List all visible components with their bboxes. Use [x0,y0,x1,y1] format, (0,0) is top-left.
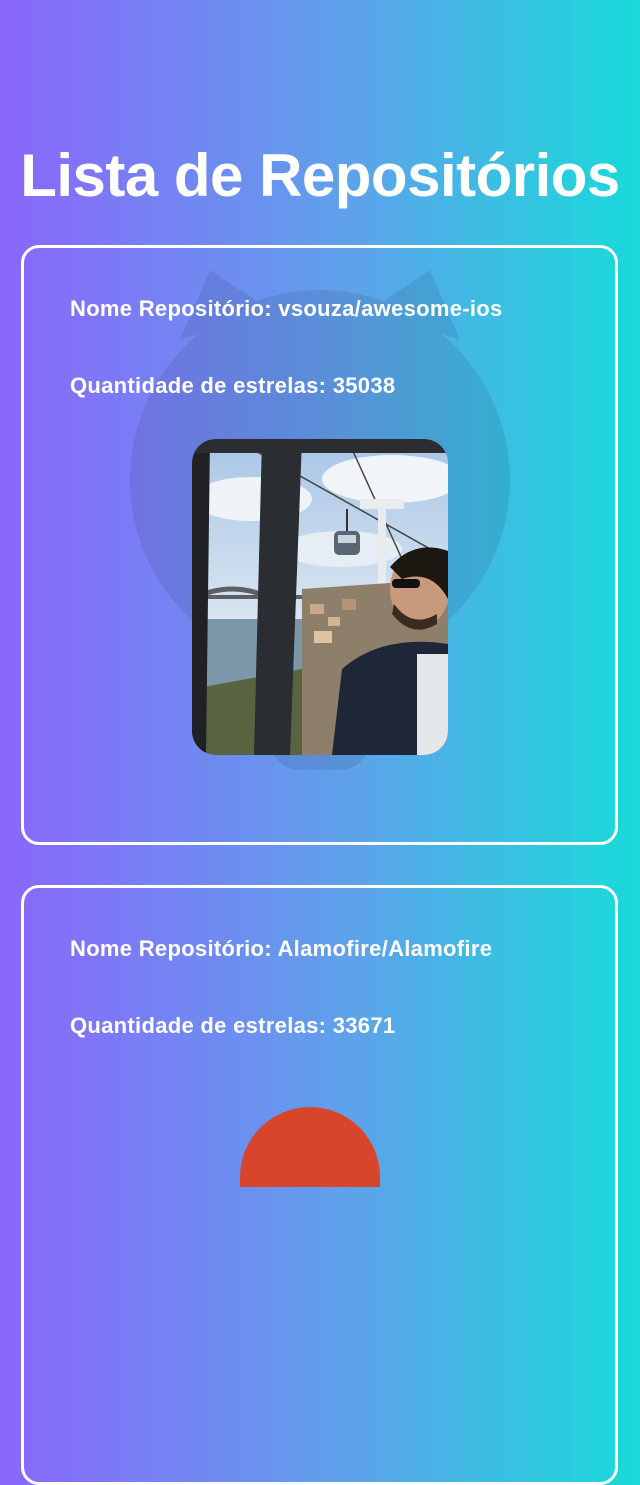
repository-stars: Quantidade de estrelas: 33671 [70,1013,396,1038]
repository-list[interactable]: Nome Repositório: vsouza/awesome-ios Qua… [0,0,640,1485]
repository-card[interactable]: Nome Repositório: vsouza/awesome-ios Qua… [21,245,618,845]
owner-avatar [240,1107,380,1187]
repository-card[interactable]: Nome Repositório: Alamofire/Alamofire Qu… [21,885,618,1485]
repository-name: Nome Repositório: vsouza/awesome-ios [70,296,503,321]
owner-avatar [192,439,448,755]
repository-name: Nome Repositório: Alamofire/Alamofire [70,936,493,961]
repository-stars: Quantidade de estrelas: 35038 [70,373,396,398]
owner-photo-image [192,439,448,755]
